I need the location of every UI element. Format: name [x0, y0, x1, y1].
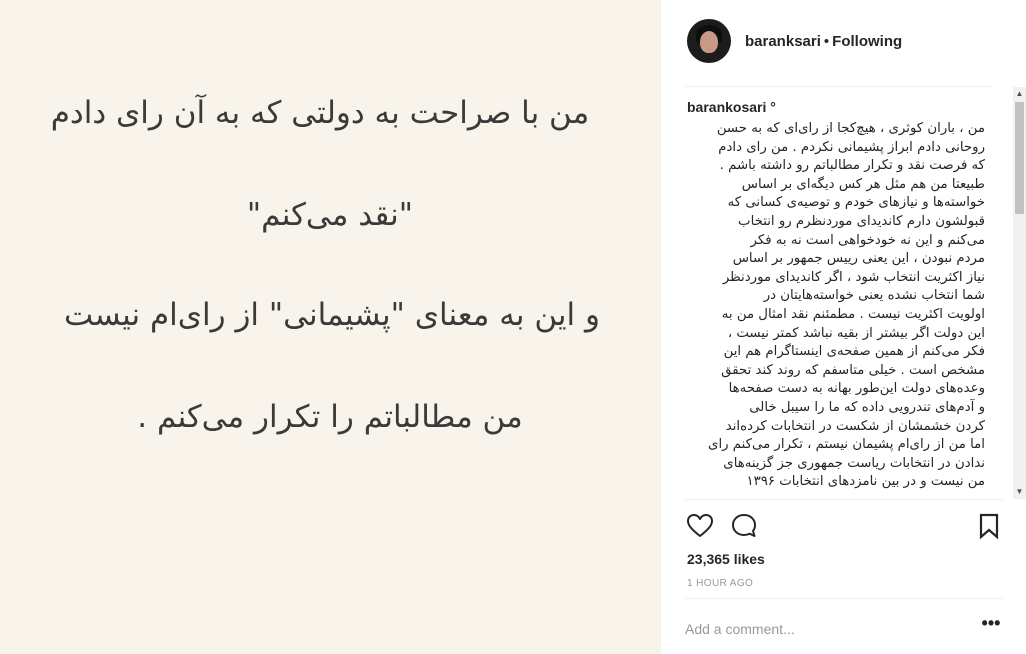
caption-line: روحانی دادم ابراز پشیمانی نکردم . من رای…	[718, 139, 985, 155]
scroll-up-arrow-icon[interactable]: ▲	[1013, 87, 1026, 101]
caption-username-text[interactable]: barankosari	[687, 99, 766, 115]
scroll-down-arrow-icon[interactable]: ▼	[1013, 485, 1026, 499]
separator-dot: •	[823, 33, 830, 50]
caption-line: نیاز اکثریت انتخاب شود ، اگر کاندیدای مو…	[722, 269, 985, 285]
comment-icon[interactable]	[729, 511, 759, 541]
divider	[685, 598, 1003, 599]
post-side-panel: baranksari • Following barankosari ° من ، …	[661, 0, 1026, 654]
following-button[interactable]: Following	[832, 33, 902, 50]
caption-line: این دولت اگر بیشتر از بقیه نباشد کمتر نی…	[727, 325, 985, 341]
caption-line: کردن خشمشان از شکست در انتخابات کرده‌اند	[725, 418, 985, 434]
caption-mark: °	[770, 99, 776, 115]
caption-line: اولویت اکثریت نیست . مطمئنم نقد امثال من…	[721, 306, 985, 322]
caption-line: خواسته‌ها و نیازهای خودم و توصیه‌ی کسانی…	[727, 195, 985, 211]
caption-scrollbar[interactable]: ▲ ▼	[1013, 87, 1026, 499]
caption-text: من ، باران کوثری ، هیچ‌کجا از رای‌ای که …	[687, 120, 985, 492]
bookmark-icon[interactable]	[974, 511, 1004, 541]
post-header: baranksari • Following	[661, 0, 1026, 86]
heart-icon[interactable]	[685, 511, 715, 541]
avatar[interactable]	[687, 19, 731, 63]
post-image-text-line: من مطالباتم را تکرار می‌کنم .	[137, 399, 523, 435]
action-bar	[661, 505, 1026, 545]
caption-line: من ، باران کوثری ، هیچ‌کجا از رای‌ای که …	[716, 121, 985, 136]
caption-line: شما انتخاب نشده یعنی خواسته‌هایتان در	[763, 288, 985, 304]
comment-input[interactable]	[685, 614, 975, 644]
caption-line: ندادن در انتخابات ریاست جمهوری جز گزینه‌…	[723, 455, 985, 471]
caption-line: که فرصت نقد و تکرار مطالباتم رو داشته با…	[719, 158, 985, 174]
caption-line: و آدم‌های تندرویی داده که ما را سیبل خال…	[749, 399, 985, 415]
caption-line: می‌کنم و این نه خودخواهی است نه به فکر	[750, 232, 985, 248]
post-timestamp[interactable]: 1 HOUR AGO	[687, 578, 753, 589]
caption-line: مشخص است . خیلی متاسفم که روند کند تحقق	[721, 362, 985, 378]
post-image[interactable]: من با صراحت به دولتی که به آن رای دادم "…	[0, 0, 661, 654]
caption-line: فکر می‌کنم از همین صفحه‌ی اینستاگرام هم …	[723, 344, 985, 360]
header-text: baranksari • Following	[745, 33, 902, 50]
avatar-face	[700, 31, 718, 53]
caption-line: طبیعتا من هم مثل هر کس دیگه‌ای بر اساس	[741, 176, 985, 192]
caption-line: قبولشون دارم کاندیدای موردنظرم رو انتخاب	[738, 213, 985, 229]
caption-area[interactable]: barankosari ° من ، باران کوثری ، هیچ‌کجا…	[687, 87, 1026, 499]
likes-count[interactable]: 23,365 likes	[687, 551, 765, 567]
divider	[685, 499, 1003, 500]
caption-line: مردم نبودن ، این یعنی رییس جمهور بر اساس	[732, 251, 985, 267]
more-options-icon[interactable]: •••	[979, 614, 1003, 638]
caption-line: وعده‌های دولت این‌طور بهانه به دست صفحه‌…	[728, 381, 985, 397]
caption-line: من نیست و در بین نامزدهای انتخابات ۱۳۹۶	[746, 474, 985, 490]
post-image-text-line: "نقد می‌کنم"	[246, 197, 414, 233]
header-username[interactable]: baranksari	[745, 33, 821, 50]
post-image-text-line: و این به معنای "پشیمانی" از رای‌ام نیست	[64, 297, 600, 333]
caption-line: اما من از رای‌ام پشیمان نیستم ، تکرار می…	[708, 437, 985, 453]
scroll-thumb[interactable]	[1015, 102, 1024, 214]
post-image-text-line: من با صراحت به دولتی که به آن رای دادم	[50, 95, 590, 131]
caption-username[interactable]: barankosari °	[687, 99, 776, 115]
